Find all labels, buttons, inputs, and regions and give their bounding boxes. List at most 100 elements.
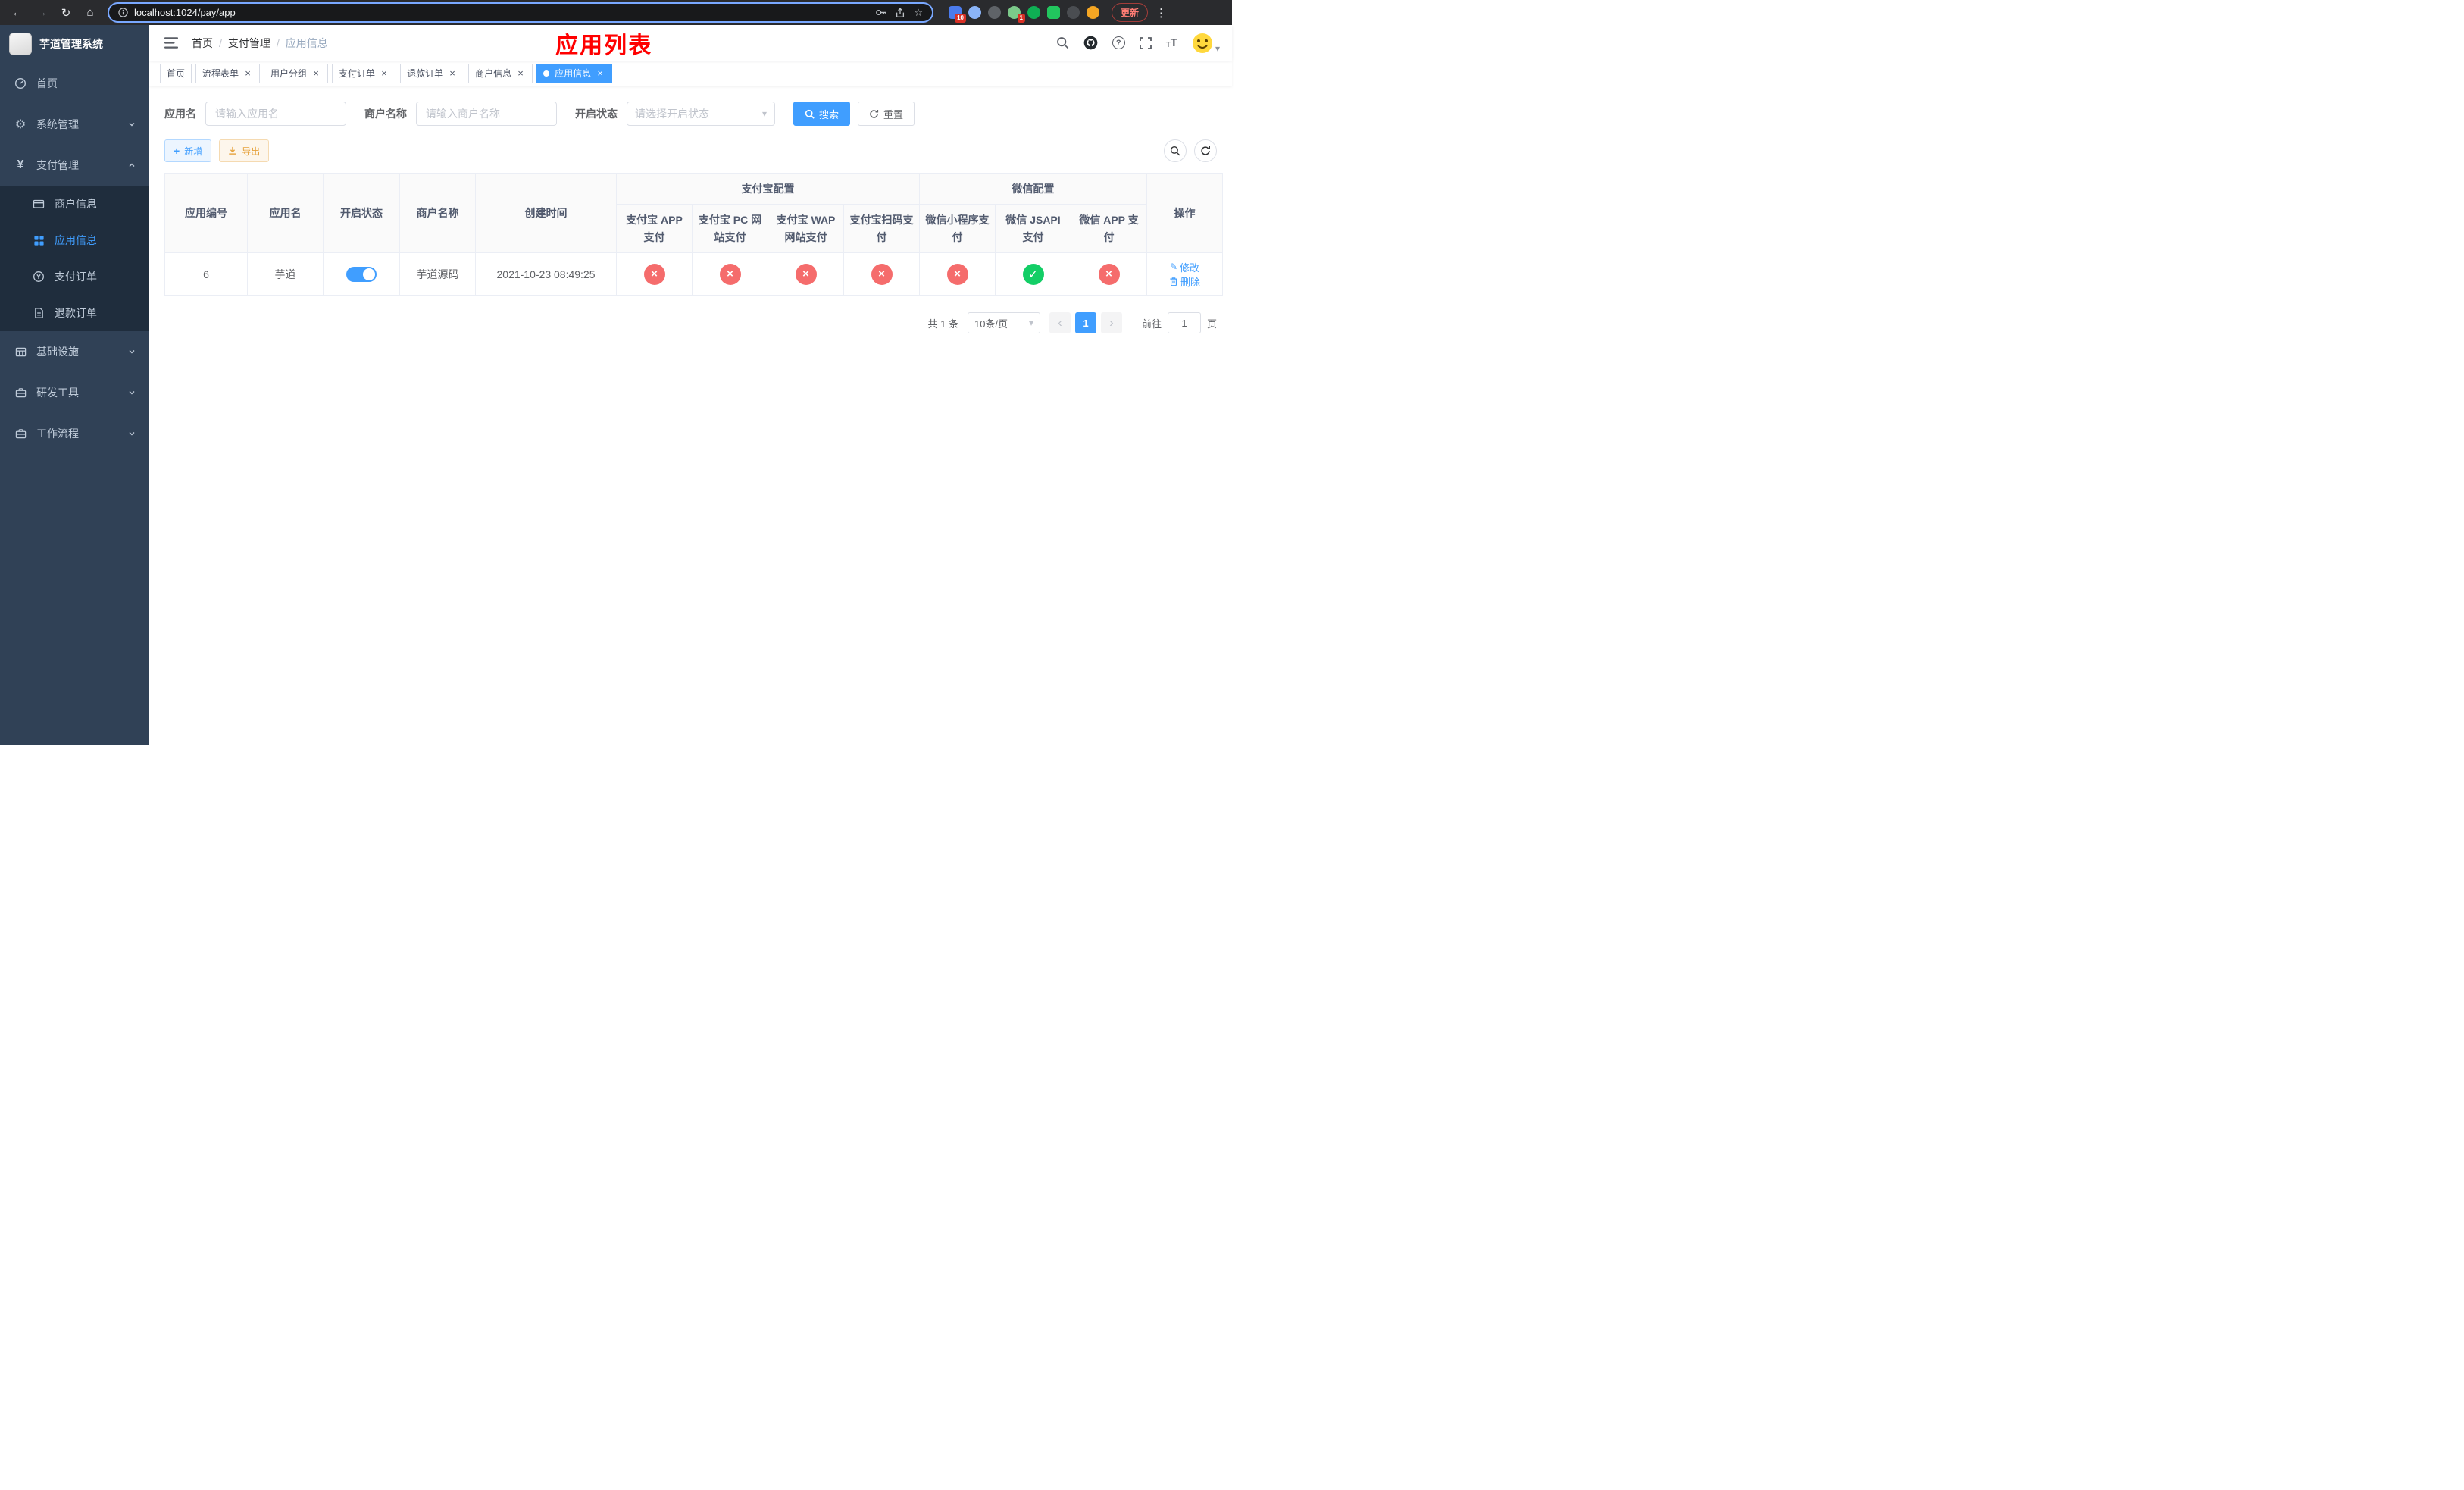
tab-flow-form[interactable]: 流程表单 × xyxy=(195,63,261,83)
share-icon[interactable] xyxy=(895,7,905,18)
delete-link[interactable]: 删除 xyxy=(1169,274,1200,289)
extensions-tray: 10 1 xyxy=(949,6,1099,23)
top-navbar: 首页 / 支付管理 / 应用信息 应用列表 ? T T ▾ xyxy=(149,25,1232,61)
extension-drop-icon[interactable] xyxy=(968,6,981,19)
edit-icon: ✎ xyxy=(1169,261,1178,273)
sidebar-item-infra[interactable]: 基础设施 xyxy=(0,331,149,372)
col-group-wechat: 微信配置 xyxy=(918,172,1148,205)
extension-wechat-icon[interactable] xyxy=(1027,6,1040,19)
sidebar-item-system[interactable]: ⚙ 系统管理 xyxy=(0,104,149,145)
infrastructure-icon xyxy=(14,346,27,358)
config-status-icon: ✓ xyxy=(1022,263,1044,285)
col-header-actions: 操作 xyxy=(1146,172,1224,254)
back-button[interactable]: ← xyxy=(8,3,27,23)
sidebar-subitem-merchant-info[interactable]: 商户信息 xyxy=(0,186,149,222)
sidebar-item-dev-tools[interactable]: 研发工具 xyxy=(0,372,149,413)
profile-face-icon[interactable] xyxy=(1087,6,1099,19)
yen-icon: ¥ xyxy=(17,158,24,171)
forward-button[interactable]: → xyxy=(32,3,52,23)
close-icon[interactable]: × xyxy=(311,68,321,79)
chevron-down-icon xyxy=(128,430,136,437)
plus-icon: + xyxy=(174,145,180,157)
extension-green-icon[interactable] xyxy=(1047,6,1060,19)
sidebar-item-payment[interactable]: ¥ 支付管理 xyxy=(0,145,149,186)
goto-label: 前往 xyxy=(1141,318,1162,330)
close-icon[interactable]: × xyxy=(515,68,526,79)
hamburger-icon[interactable] xyxy=(161,34,181,52)
site-info-icon[interactable] xyxy=(118,8,128,17)
merchant-name-label: 商户名称 xyxy=(364,108,407,120)
cell-alipay-qr: × xyxy=(843,252,920,296)
sidebar-subitem-app-info[interactable]: 应用信息 xyxy=(0,222,149,258)
fullscreen-icon[interactable] xyxy=(1139,36,1152,49)
filter-form: 应用名 商户名称 开启状态 请选择开启状态 ▾ 搜索 xyxy=(164,102,1217,126)
tab-home[interactable]: 首页 xyxy=(160,63,192,83)
close-icon[interactable]: × xyxy=(447,68,458,79)
export-button[interactable]: 导出 xyxy=(219,139,270,162)
sidebar-menu: 首页 ⚙ 系统管理 ¥ 支付管理 商户信息 应用信息 支付订单 退款订单 基础设… xyxy=(0,63,149,454)
edit-link[interactable]: ✎ 修改 xyxy=(1170,260,1199,274)
extension-green-badge-icon[interactable]: 1 xyxy=(1008,6,1025,23)
col-group-alipay: 支付宝配置 xyxy=(616,172,920,205)
reload-button[interactable]: ↻ xyxy=(56,3,76,23)
app-name-label: 应用名 xyxy=(164,108,196,120)
breadcrumb-separator: / xyxy=(276,36,280,49)
status-toggle[interactable] xyxy=(346,266,377,282)
document-icon xyxy=(32,307,45,319)
github-icon[interactable] xyxy=(1083,36,1098,50)
close-icon[interactable]: × xyxy=(242,68,253,79)
status-select[interactable]: 请选择开启状态 ▾ xyxy=(627,102,775,126)
breadcrumb-current: 应用信息 xyxy=(285,36,328,49)
page-size-select[interactable]: 10条/页 ▾ xyxy=(967,312,1040,334)
add-button[interactable]: + 新增 xyxy=(164,139,212,162)
help-icon[interactable]: ? xyxy=(1112,36,1125,49)
col-header-wechat-app: 微信 APP 支付 xyxy=(1070,204,1148,254)
home-button[interactable]: ⌂ xyxy=(80,3,100,23)
sidebar-logo[interactable]: 芋道管理系统 xyxy=(0,25,149,63)
user-menu[interactable]: ▾ xyxy=(1192,33,1220,54)
search-button[interactable]: 搜索 xyxy=(793,102,851,126)
close-icon[interactable]: × xyxy=(379,68,389,79)
browser-update-button[interactable]: 更新 xyxy=(1112,3,1149,22)
breadcrumb-payment[interactable]: 支付管理 xyxy=(228,36,270,51)
sidebar-item-workflow[interactable]: 工作流程 xyxy=(0,413,149,454)
export-button-label: 导出 xyxy=(242,146,261,157)
reset-button[interactable]: 重置 xyxy=(858,102,915,126)
extension-dark-icon[interactable] xyxy=(988,6,1001,19)
chevron-down-icon xyxy=(128,121,136,128)
app-name-input[interactable] xyxy=(205,102,346,126)
address-bar[interactable]: localhost:1024/pay/app ☆ xyxy=(108,2,933,23)
close-icon[interactable]: × xyxy=(595,68,605,79)
current-page[interactable]: 1 xyxy=(1074,312,1096,334)
extensions-puzzle-icon[interactable] xyxy=(1067,6,1080,19)
search-icon[interactable] xyxy=(1056,36,1069,49)
tab-merchant-info[interactable]: 商户信息 × xyxy=(468,63,533,83)
table-row: 6 芋道 芋道源码 2021-10-23 08:49:25 × × × × × xyxy=(164,252,1224,296)
sidebar-item-home[interactable]: 首页 xyxy=(0,63,149,104)
bookmark-star-icon[interactable]: ☆ xyxy=(914,7,923,19)
refresh-button[interactable] xyxy=(1194,139,1217,162)
app-title: 芋道管理系统 xyxy=(39,38,103,50)
col-header-app-name: 应用名 xyxy=(247,172,324,254)
toggle-search-button[interactable] xyxy=(1164,139,1187,162)
font-size-icon[interactable]: TT xyxy=(1166,36,1177,49)
tab-refund-order[interactable]: 退款订单 × xyxy=(400,63,465,83)
breadcrumb-home[interactable]: 首页 xyxy=(192,36,213,51)
next-page-button[interactable]: › xyxy=(1100,312,1122,334)
browser-menu-icon[interactable]: ⋮ xyxy=(1152,6,1170,20)
extension-blue-icon[interactable]: 10 xyxy=(949,6,966,23)
caret-down-icon: ▾ xyxy=(1028,318,1033,329)
goto-page-input[interactable] xyxy=(1167,312,1201,334)
password-key-icon[interactable] xyxy=(875,7,887,18)
tab-pay-order[interactable]: 支付订单 × xyxy=(332,63,397,83)
navbar-actions: ? TT ▾ xyxy=(1056,33,1220,54)
merchant-name-input[interactable] xyxy=(416,102,557,126)
prev-page-button[interactable]: ‹ xyxy=(1049,312,1071,334)
tab-app-info[interactable]: 应用信息 × xyxy=(536,63,613,83)
sidebar-subitem-label: 支付订单 xyxy=(55,271,97,283)
col-header-created: 创建时间 xyxy=(475,172,617,254)
sidebar-subitem-pay-order[interactable]: 支付订单 xyxy=(0,258,149,295)
tab-user-group[interactable]: 用户分组 × xyxy=(264,63,329,83)
url-text[interactable]: localhost:1024/pay/app xyxy=(134,7,869,18)
sidebar-subitem-refund-order[interactable]: 退款订单 xyxy=(0,295,149,331)
